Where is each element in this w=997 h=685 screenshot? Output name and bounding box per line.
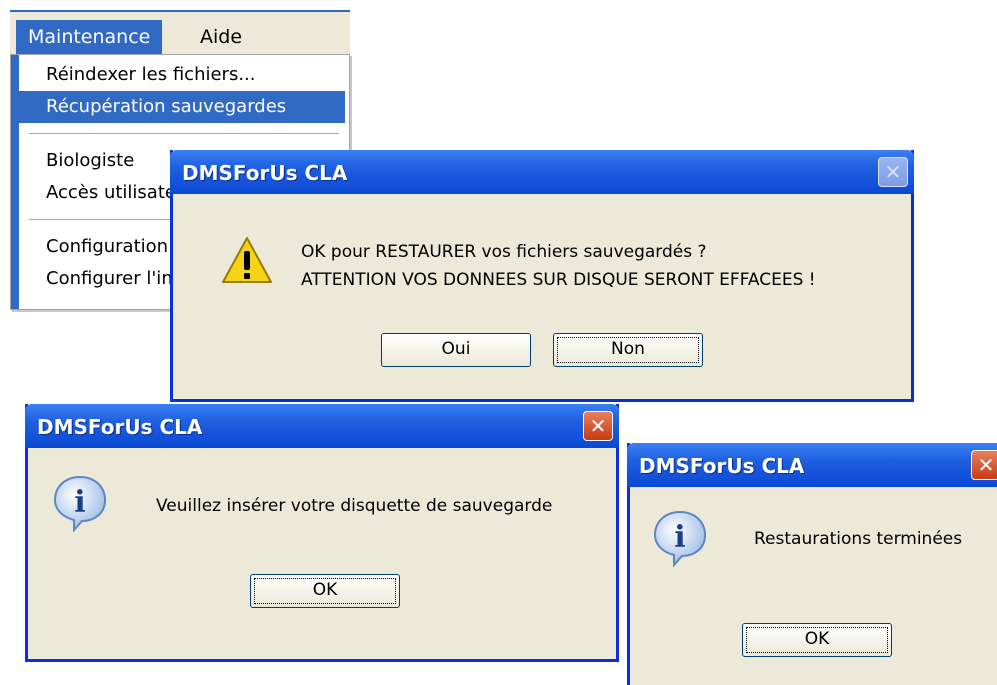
ok-button[interactable]: OK (250, 574, 400, 608)
info-icon: i (653, 510, 707, 567)
info-icon: i (53, 475, 107, 532)
warning-icon (222, 237, 272, 283)
menu-separator (29, 133, 339, 135)
menu-item-recuperation-sauvegardes[interactable]: Récupération sauvegardes (19, 91, 345, 123)
insert-message: Veuillez insérer votre disquette de sauv… (156, 496, 553, 516)
menu-aide[interactable]: Aide (188, 20, 254, 54)
done-titlebar: DMSForUs CLA ✕ (627, 443, 997, 487)
ok-button[interactable]: OK (742, 623, 892, 657)
dialog-title: DMSForUs CLA (37, 415, 203, 439)
svg-text:i: i (674, 520, 685, 555)
insert-dialog: DMSForUs CLA ✕ i Veuillez insérer votre … (25, 404, 619, 662)
confirm-message-line1: OK pour RESTAURER vos fichiers sauvegard… (301, 242, 707, 262)
confirm-dialog: DMSForUs CLA ✕ OK pour RESTAURER vos fic… (170, 150, 914, 402)
dialog-title: DMSForUs CLA (182, 161, 348, 185)
yes-button[interactable]: Oui (381, 333, 531, 367)
menu-item-reindexer[interactable]: Réindexer les fichiers... (19, 59, 345, 91)
svg-text:i: i (74, 485, 85, 520)
done-dialog: DMSForUs CLA ✕ i Restaurations terminées… (627, 443, 997, 685)
menu-maintenance[interactable]: Maintenance (16, 20, 163, 54)
insert-titlebar: DMSForUs CLA ✕ (25, 404, 619, 448)
done-message: Restaurations terminées (754, 529, 963, 549)
close-button[interactable]: ✕ (878, 157, 908, 187)
menu-bar: Maintenance Aide (10, 10, 350, 54)
confirm-message-line2: ATTENTION VOS DONNEES SUR DISQUE SERONT … (301, 270, 816, 290)
close-button[interactable]: ✕ (971, 450, 997, 480)
close-button[interactable]: ✕ (583, 411, 613, 441)
menu-bar-top-line (10, 10, 350, 12)
dropdown-gutter (11, 55, 19, 309)
dialog-title: DMSForUs CLA (639, 454, 805, 478)
confirm-titlebar: DMSForUs CLA ✕ (170, 150, 914, 194)
no-button[interactable]: Non (553, 333, 703, 367)
